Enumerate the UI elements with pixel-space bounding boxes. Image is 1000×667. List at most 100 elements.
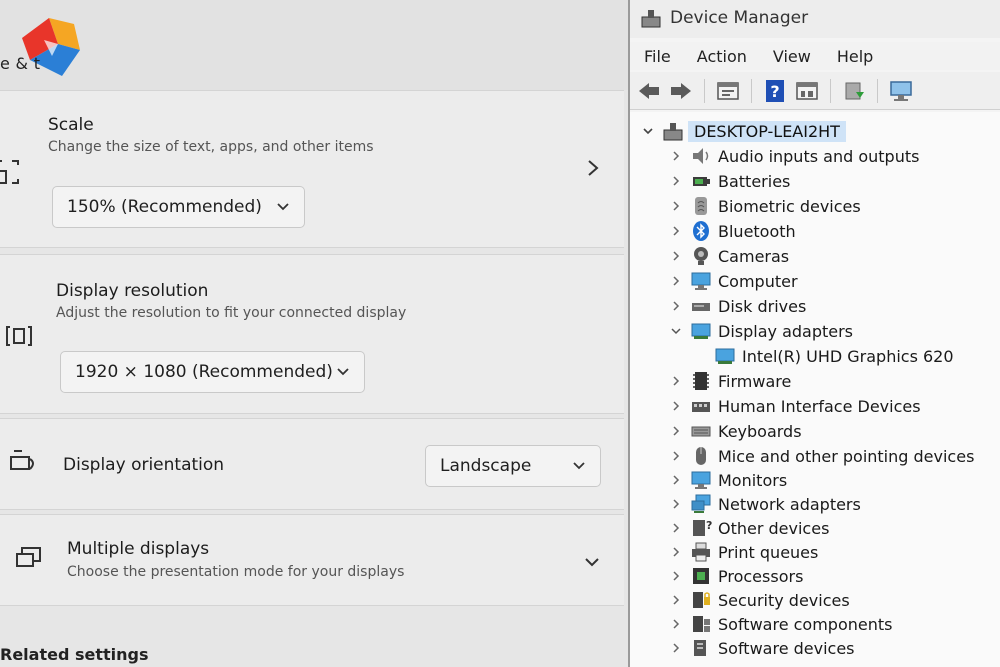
network-icon	[691, 494, 711, 513]
tree-item-keyboards[interactable]: Keyboards	[670, 420, 802, 442]
tree-item-computer[interactable]: Computer	[670, 270, 798, 292]
scale-dropdown[interactable]: 150% (Recommended)	[52, 186, 305, 228]
chevron-right-icon[interactable]	[670, 225, 682, 237]
resolution-dropdown[interactable]: 1920 × 1080 (Recommended)	[60, 351, 365, 393]
tree-item-label: Firmware	[718, 371, 792, 391]
tree-item-other-devices[interactable]: ? Other devices	[670, 517, 829, 539]
chevron-right-icon[interactable]	[670, 200, 682, 212]
chevron-right-icon[interactable]	[670, 175, 682, 187]
page-title: e & t	[0, 54, 41, 73]
menu-file[interactable]: File	[644, 47, 671, 66]
chevron-right-icon[interactable]	[670, 150, 682, 162]
device-manager-icon	[641, 10, 661, 28]
chevron-down-icon[interactable]	[670, 325, 682, 337]
tree-item-label: Network adapters	[718, 494, 861, 514]
scan-hardware-icon	[890, 80, 912, 101]
disk-icon	[692, 303, 710, 311]
other-devices-icon: ?	[693, 519, 712, 536]
chevron-right-icon[interactable]	[670, 474, 682, 486]
tree-item-firmware[interactable]: Firmware	[670, 370, 791, 392]
chevron-right-icon[interactable]	[670, 275, 682, 287]
tree-item-intel-uhd-graphics[interactable]: Intel(R) UHD Graphics 620	[714, 345, 954, 367]
tree-root[interactable]: DESKTOP-LEAI2HT	[642, 120, 846, 142]
chevron-right-icon[interactable]	[670, 546, 682, 558]
multiple-displays-card[interactable]: Multiple displays Choose the presentatio…	[0, 514, 624, 606]
menu-help[interactable]: Help	[837, 47, 873, 66]
tree-item-processors[interactable]: Processors	[670, 565, 803, 587]
tree-item-hid[interactable]: Human Interface Devices	[670, 395, 921, 417]
properties-button[interactable]	[715, 78, 741, 104]
tree-item-label: Bluetooth	[718, 221, 796, 241]
menu-view[interactable]: View	[773, 47, 811, 66]
update-driver-icon	[845, 82, 864, 99]
fingerprint-icon	[695, 197, 707, 215]
tree-item-biometric[interactable]: Biometric devices	[670, 195, 861, 217]
battery-icon	[693, 177, 710, 186]
orientation-dropdown[interactable]: Landscape	[425, 445, 601, 487]
tree-item-label: Mice and other pointing devices	[718, 446, 975, 466]
chevron-right-icon[interactable]	[670, 250, 682, 262]
chevron-right-icon[interactable]	[670, 450, 682, 462]
toolbar-separator	[751, 78, 752, 103]
tree-item-network-adapters[interactable]: Network adapters	[670, 493, 861, 515]
display-adapter-icon	[715, 348, 735, 364]
scale-dropdown-value: 150% (Recommended)	[67, 197, 262, 217]
help-button[interactable]: ?	[762, 78, 788, 104]
tree-item-label: Disk drives	[718, 296, 807, 316]
settings-window: e & t Scale Change the size of text, app…	[0, 0, 628, 667]
chevron-right-icon[interactable]	[670, 400, 682, 412]
chevron-right-icon[interactable]	[670, 300, 682, 312]
chevron-down-icon[interactable]	[584, 555, 600, 569]
tree-item-display-adapters[interactable]: Display adapters	[670, 320, 853, 342]
tree-item-cameras[interactable]: Cameras	[670, 245, 789, 267]
orientation-card: Display orientation Landscape	[0, 418, 624, 510]
tree-item-software-devices[interactable]: Software devices	[670, 637, 855, 659]
help-icon: ?	[766, 79, 784, 102]
multiple-displays-title: Multiple displays	[67, 539, 210, 559]
chevron-right-icon[interactable]	[670, 375, 682, 387]
title-bar: Device Manager	[630, 0, 1000, 38]
scale-title: Scale	[48, 115, 94, 135]
settings-header: e & t	[0, 0, 628, 90]
monitor-icon	[691, 471, 711, 489]
chevron-right-icon[interactable]	[670, 498, 682, 510]
chevron-right-icon[interactable]	[670, 594, 682, 606]
toolbar-separator	[877, 78, 878, 103]
chevron-right-icon[interactable]	[586, 159, 600, 177]
tree-item-software-components[interactable]: Software components	[670, 613, 892, 635]
scan-hardware-button[interactable]	[888, 78, 914, 104]
update-driver-button[interactable]	[841, 78, 867, 104]
tree-item-print-queues[interactable]: Print queues	[670, 541, 818, 563]
tree-item-label: Monitors	[718, 470, 788, 490]
tree-item-monitors[interactable]: Monitors	[670, 469, 787, 491]
tree-item-disk-drives[interactable]: Disk drives	[670, 295, 806, 317]
tree-item-bluetooth[interactable]: Bluetooth	[670, 220, 796, 242]
view-button[interactable]	[794, 78, 820, 104]
tree-item-security-devices[interactable]: Security devices	[670, 589, 850, 611]
chevron-right-icon[interactable]	[670, 618, 682, 630]
tree-item-label: Processors	[718, 566, 804, 586]
tree-item-label: Audio inputs and outputs	[718, 146, 920, 166]
forward-button[interactable]	[668, 78, 694, 104]
chevron-right-icon[interactable]	[670, 522, 682, 534]
view-list-icon	[796, 81, 818, 100]
device-tree: DESKTOP-LEAI2HT Audio inputs and outputs…	[630, 112, 1000, 667]
chevron-down-icon[interactable]	[642, 125, 654, 137]
resolution-icon	[6, 326, 32, 346]
scale-card[interactable]: Scale Change the size of text, apps, and…	[0, 90, 624, 248]
menu-action[interactable]: Action	[697, 47, 747, 66]
back-button[interactable]	[636, 78, 662, 104]
tree-item-batteries[interactable]: Batteries	[670, 170, 790, 192]
display-adapter-icon	[691, 323, 711, 339]
menu-bar: File Action View Help	[630, 42, 1000, 70]
svg-text:?: ?	[706, 519, 712, 532]
chevron-right-icon[interactable]	[670, 570, 682, 582]
tree-item-audio[interactable]: Audio inputs and outputs	[670, 145, 919, 167]
tree-item-mice[interactable]: Mice and other pointing devices	[670, 445, 974, 467]
chevron-right-icon[interactable]	[670, 642, 682, 654]
bluetooth-icon	[693, 221, 709, 241]
processor-icon	[693, 568, 709, 584]
orientation-dropdown-value: Landscape	[440, 456, 532, 476]
chevron-right-icon[interactable]	[670, 425, 682, 437]
tree-item-label: Cameras	[718, 246, 790, 266]
